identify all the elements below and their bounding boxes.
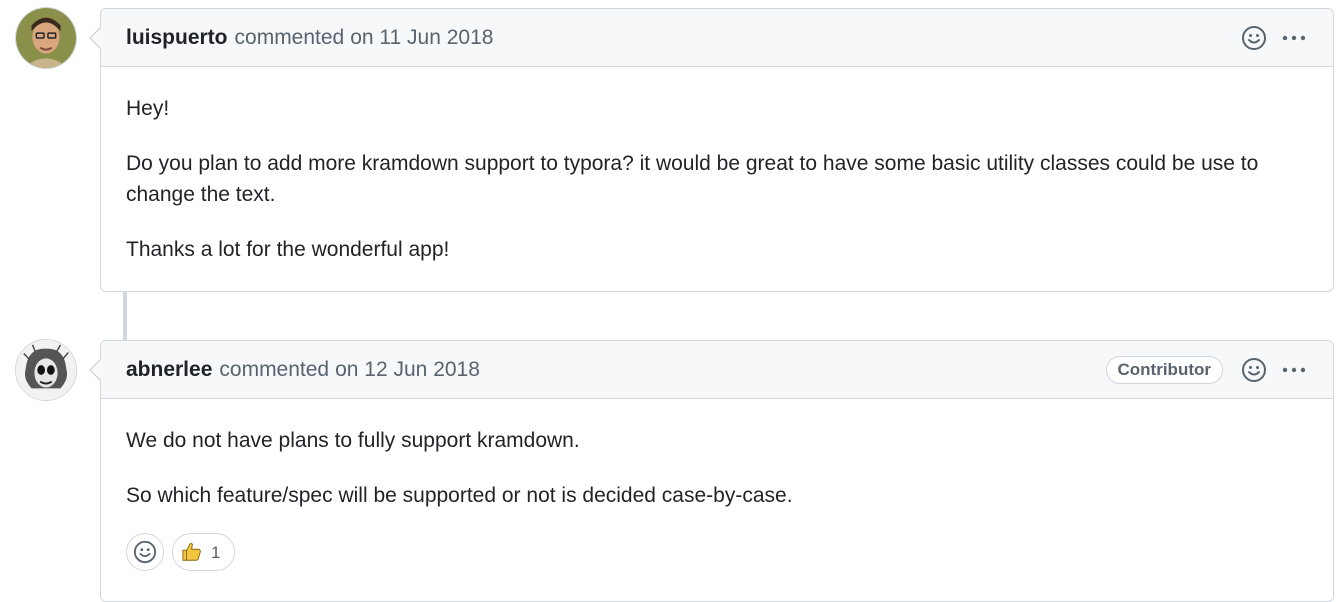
comment-paragraph: Thanks a lot for the wonderful app! (126, 238, 450, 261)
comment-header: abnerlee commented on 12 Jun 2018 Contri… (101, 341, 1333, 399)
comment-body: Hey! Do you plan to add more kramdown su… (101, 67, 1333, 299)
comment-paragraph: We do not have plans to fully support kr… (126, 429, 580, 452)
comment-action: commented (219, 357, 330, 381)
comment-date-link[interactable]: on 11 Jun 2018 (350, 26, 493, 50)
comment-paragraph: Do you plan to add more kramdown support… (126, 152, 1259, 206)
comment-paragraph: So which feature/spec will be supported … (126, 484, 793, 507)
avatar-luispuerto[interactable] (15, 7, 77, 69)
thumbs-up-icon (182, 542, 201, 561)
smiley-icon[interactable] (1241, 357, 1267, 383)
author-link[interactable]: luispuerto (126, 26, 228, 50)
comment-date-link[interactable]: on 12 Jun 2018 (335, 358, 480, 382)
kebab-menu-icon[interactable] (1281, 25, 1307, 51)
timeline-line (123, 292, 127, 340)
smiley-icon[interactable] (1241, 25, 1267, 51)
comment-luispuerto: luispuerto commented on 11 Jun 2018 Hey!… (89, 8, 1334, 292)
comment-action: commented (234, 25, 345, 49)
add-reaction-button[interactable] (126, 533, 164, 571)
reaction-count: 1 (211, 542, 221, 562)
comment-abnerlee: abnerlee commented on 12 Jun 2018 Contri… (89, 340, 1334, 602)
author-link[interactable]: abnerlee (126, 358, 212, 382)
kebab-menu-icon[interactable] (1281, 357, 1307, 383)
avatar-abnerlee[interactable] (15, 339, 77, 401)
comment-paragraph: Hey! (126, 97, 170, 120)
reactions-bar: 1 (126, 533, 1308, 571)
thumbs-up-reaction-button[interactable]: 1 (172, 533, 236, 571)
smiley-icon (133, 540, 157, 564)
comment-header: luispuerto commented on 11 Jun 2018 (101, 9, 1333, 67)
comment-body: We do not have plans to fully support kr… (101, 399, 1333, 581)
contributor-badge: Contributor (1105, 356, 1223, 384)
